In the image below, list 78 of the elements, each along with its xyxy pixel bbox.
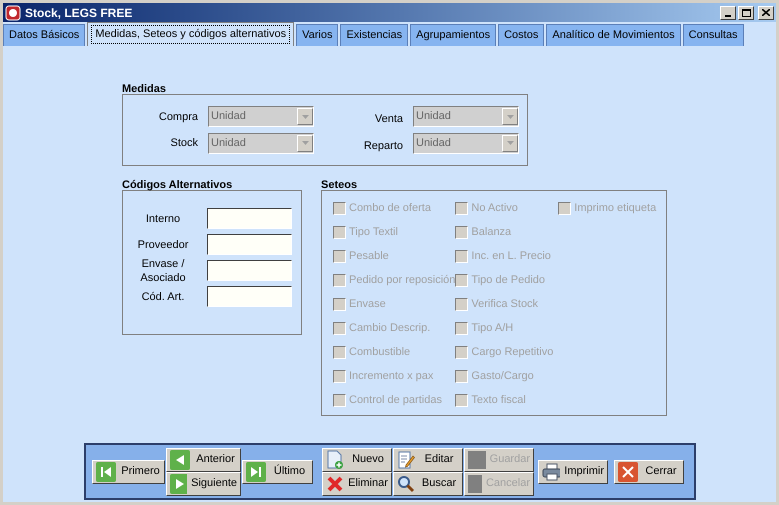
edit-document-icon — [397, 450, 415, 470]
dropdown-value: Unidad — [211, 136, 246, 151]
checkbox-label: Texto fiscal — [471, 393, 526, 408]
toolbar-button[interactable]: Imprimir — [538, 460, 608, 484]
close-button[interactable] — [758, 6, 774, 20]
checkbox-label: Tipo Textil — [349, 225, 398, 240]
dropdown-value: Unidad — [416, 136, 451, 151]
toolbar-button[interactable]: Editar — [393, 448, 463, 472]
close-icon — [618, 462, 638, 482]
dropdown-arrow-icon — [302, 141, 308, 145]
triangle-left-icon — [170, 450, 190, 470]
group-title: Seteos — [321, 178, 358, 190]
field-label: Venta — [374, 112, 404, 127]
tab[interactable]: Consultas — [682, 24, 744, 46]
checkbox-label: Pesable — [349, 249, 389, 264]
tab[interactable]: Costos — [498, 24, 544, 46]
new-document-icon — [326, 450, 344, 470]
field-label: Reparto — [362, 138, 404, 154]
triangle-right-icon — [170, 474, 188, 494]
text-field[interactable] — [207, 234, 292, 255]
checkbox-label: Incremento x pax — [349, 369, 434, 384]
checkbox-label: Combo de oferta — [349, 201, 431, 216]
toolbar-button[interactable]: Cerrar — [614, 460, 684, 484]
checkbox-label: Control de partidas — [349, 393, 442, 408]
field-label: Interno — [144, 212, 182, 226]
dropdown-arrow-icon — [506, 114, 514, 118]
toolbar-button[interactable]: Siguiente — [166, 472, 241, 496]
field-label: Proveedor — [136, 238, 190, 252]
dropdown-value: Unidad — [211, 109, 246, 124]
checkbox-label: Tipo A/H — [471, 321, 514, 336]
tab[interactable]: Existencias — [340, 24, 408, 46]
checkbox-label: Imprimo etiqueta — [574, 201, 656, 216]
toolbar-button[interactable]: Último — [242, 460, 313, 484]
text-field[interactable] — [207, 260, 292, 281]
checkbox-label: Gasto/Cargo — [471, 369, 534, 384]
maximize-icon — [742, 8, 750, 16]
tab[interactable]: Varios — [296, 24, 338, 46]
checkbox-label: Pedido por reposición — [349, 273, 456, 288]
checkbox-label: No Activo — [471, 201, 518, 216]
checkbox-label: Tipo de Pedido — [471, 273, 546, 288]
text-field[interactable] — [207, 286, 292, 307]
printer-icon — [542, 462, 560, 480]
maximize-button[interactable] — [738, 6, 754, 20]
tab[interactable]: Agrupamientos — [410, 24, 496, 46]
group-title: Medidas — [122, 82, 168, 94]
text-field[interactable] — [207, 208, 292, 229]
magnifier-icon — [397, 474, 415, 492]
skip-end-icon — [246, 462, 266, 482]
app-icon — [5, 4, 21, 20]
toolbar-button[interactable]: Buscar — [393, 472, 463, 496]
checkbox-label: Inc. en L. Precio — [471, 249, 551, 264]
toolbar-button[interactable]: Primero — [92, 460, 165, 484]
window-title: Stock, LEGS FREE — [25, 4, 134, 22]
checkbox-label: Combustible — [349, 345, 410, 360]
dropdown-arrow-icon — [506, 141, 514, 145]
field-label: Envase / Asociado — [139, 256, 187, 284]
field-label: Stock — [169, 136, 199, 151]
close-icon — [762, 9, 770, 16]
tab[interactable]: Analítico de Movimientos — [546, 24, 681, 46]
checkbox-label: Cambio Descrip. — [349, 321, 430, 336]
tab[interactable]: Datos Básicos — [3, 24, 86, 46]
minimize-button[interactable] — [720, 6, 736, 20]
checkbox-label: Balanza — [471, 225, 512, 240]
dropdown-value: Unidad — [416, 109, 451, 124]
delete-icon — [326, 474, 344, 492]
group-title: Códigos Alternativos — [122, 178, 234, 190]
checkbox-label: Cargo Repetitivo — [471, 345, 554, 360]
toolbar-button[interactable]: Eliminar — [322, 472, 392, 496]
tab[interactable]: Medidas, Seteos y códigos alternativos — [87, 22, 294, 46]
checkbox-label: Verifica Stock — [471, 297, 538, 312]
skip-start-icon — [96, 462, 116, 482]
checkbox-label: Envase — [349, 297, 386, 312]
field-label: Compra — [158, 110, 199, 124]
dropdown-arrow-icon — [302, 114, 308, 118]
field-label: Cód. Art. — [140, 290, 186, 304]
toolbar-button[interactable]: Anterior — [166, 448, 241, 472]
toolbar-button[interactable]: Nuevo — [322, 448, 392, 472]
minimize-icon — [725, 14, 731, 16]
